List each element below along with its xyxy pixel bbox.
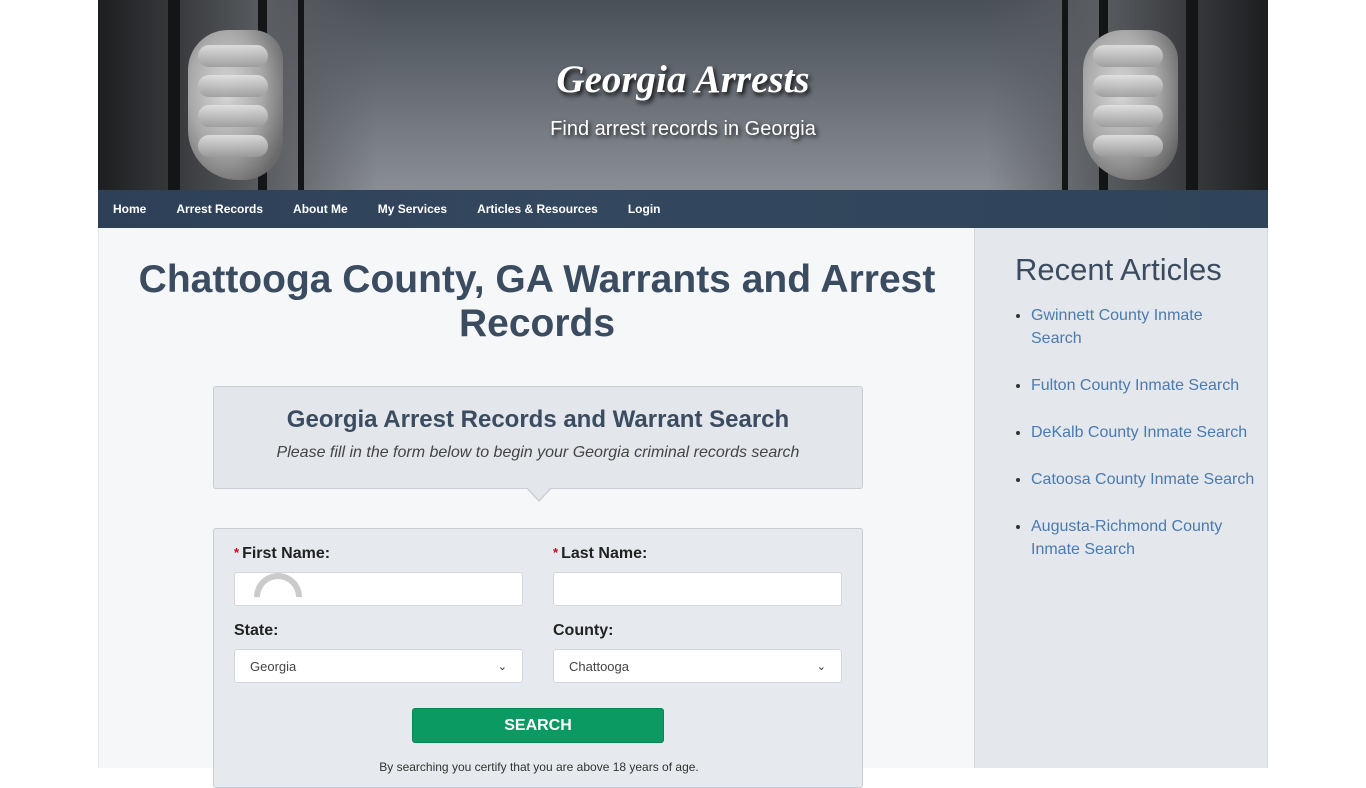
required-marker: *: [553, 545, 559, 560]
nav-arrest-records[interactable]: Arrest Records: [176, 202, 263, 216]
chevron-down-icon: ⌄: [816, 660, 826, 673]
chevron-down-icon: ⌄: [497, 660, 507, 673]
main-nav: Home Arrest Records About Me My Services…: [98, 190, 1268, 228]
nav-login[interactable]: Login: [628, 202, 661, 216]
list-item: Catoosa County Inmate Search: [1031, 468, 1256, 491]
article-link-dekalb[interactable]: DeKalb County Inmate Search: [1031, 424, 1247, 441]
sidebar: Recent Articles Gwinnett County Inmate S…: [974, 228, 1268, 768]
site-title[interactable]: Georgia Arrests: [98, 57, 1268, 102]
callout-arrow: [526, 487, 552, 502]
nav-articles-resources[interactable]: Articles & Resources: [477, 202, 598, 216]
search-button[interactable]: SEARCH: [412, 708, 664, 743]
search-header-box: Georgia Arrest Records and Warrant Searc…: [213, 386, 863, 502]
last-name-group: * Last Name:: [553, 545, 842, 606]
article-link-gwinnett[interactable]: Gwinnett County Inmate Search: [1031, 307, 1203, 347]
county-label: County:: [553, 622, 614, 639]
nav-my-services[interactable]: My Services: [378, 202, 447, 216]
search-form: * First Name: * Last Name: State: Georgia …: [213, 528, 863, 788]
county-select[interactable]: Chattooga ⌄: [553, 649, 842, 683]
list-item: Augusta-Richmond County Inmate Search: [1031, 515, 1256, 561]
required-marker: *: [234, 545, 240, 560]
recent-articles-list: Gwinnett County Inmate Search Fulton Cou…: [1031, 304, 1256, 585]
first-name-input[interactable]: [234, 572, 523, 606]
site-header-banner: Georgia Arrests Find arrest records in G…: [98, 0, 1268, 190]
fist-right-icon: [1083, 30, 1178, 180]
search-heading: Georgia Arrest Records and Warrant Searc…: [286, 406, 790, 433]
first-name-group: * First Name:: [234, 545, 523, 631]
fist-left-icon: [188, 30, 283, 180]
nav-about-me[interactable]: About Me: [293, 202, 348, 216]
page-title: Chattooga County, GA Warrants and Arrest…: [138, 258, 936, 345]
page: Georgia Arrests Find arrest records in G…: [98, 0, 1268, 788]
recent-articles-heading: Recent Articles: [1015, 252, 1222, 287]
article-link-augusta-richmond[interactable]: Augusta-Richmond County Inmate Search: [1031, 518, 1222, 558]
state-selected-value: Georgia: [250, 658, 297, 674]
search-subheading: Please fill in the form below to begin y…: [276, 444, 800, 461]
list-item: Gwinnett County Inmate Search: [1031, 304, 1256, 350]
county-selected-value: Chattooga: [569, 658, 629, 674]
article-link-catoosa[interactable]: Catoosa County Inmate Search: [1031, 471, 1254, 488]
nav-home[interactable]: Home: [113, 202, 146, 216]
county-group: County: Chattooga ⌄: [553, 622, 842, 683]
site-tagline: Find arrest records in Georgia: [550, 118, 816, 140]
state-label: State:: [234, 622, 279, 639]
first-name-label: * First Name:: [234, 545, 331, 562]
state-select[interactable]: Georgia ⌄: [234, 649, 523, 683]
last-name-label: * Last Name:: [553, 545, 648, 562]
last-name-input[interactable]: [553, 572, 842, 606]
age-disclaimer: By searching you certify that you are ab…: [379, 760, 699, 774]
list-item: DeKalb County Inmate Search: [1031, 421, 1256, 444]
list-item: Fulton County Inmate Search: [1031, 374, 1256, 397]
state-group: State: Georgia ⌄: [234, 622, 523, 683]
article-link-fulton[interactable]: Fulton County Inmate Search: [1031, 377, 1239, 394]
main-content: Chattooga County, GA Warrants and Arrest…: [98, 228, 974, 788]
